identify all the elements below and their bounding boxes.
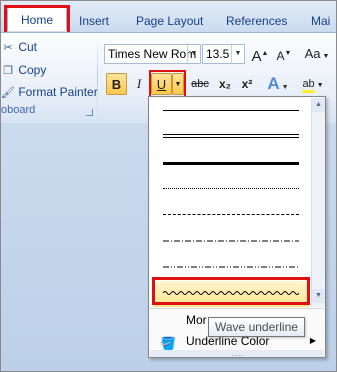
underline-option-dot-dash[interactable] [153, 228, 309, 254]
underline-option-dashed[interactable] [153, 202, 309, 228]
group-separator [97, 37, 98, 119]
bold-button[interactable]: B [106, 73, 127, 95]
clipboard-group-label: oboard [1, 104, 36, 116]
text-effects-label: A [267, 74, 280, 93]
grow-font-button[interactable]: A▲ [249, 43, 271, 65]
tab-page-layout[interactable]: Page Layout [136, 10, 203, 32]
thick-line-sample [163, 162, 299, 165]
cut-label: Cut [18, 40, 38, 54]
submenu-arrow-icon: ▶ [309, 336, 316, 345]
scroll-down-icon[interactable]: ▼ [312, 289, 325, 303]
home-tab-highlight [4, 5, 70, 35]
scissors-icon: ✂ [3, 42, 13, 54]
tab-references[interactable]: References [226, 10, 287, 32]
subscript-button[interactable]: x₂ [215, 73, 235, 95]
gallery-scrollbar[interactable]: ▲ ▼ [311, 98, 325, 307]
shrink-font-label: A [276, 49, 285, 63]
strikethrough-button[interactable]: abc [187, 73, 213, 95]
format-painter-label: Format Painter [18, 85, 98, 99]
single-line-sample [163, 110, 299, 111]
underline-option-single[interactable] [153, 98, 309, 124]
underline-option-thick[interactable] [153, 150, 309, 176]
highlight-button[interactable]: ab ▼ [297, 73, 329, 95]
text-effects-button[interactable]: A ▼ [265, 73, 291, 95]
copy-label: Copy [18, 63, 47, 77]
change-case-button[interactable]: Aa ▼ [302, 43, 332, 65]
scroll-up-icon[interactable]: ▲ [312, 98, 325, 112]
highlight-label: ab [302, 78, 315, 93]
resize-grip[interactable]: ..... [150, 350, 324, 358]
underline-option-dotted[interactable] [153, 176, 309, 202]
font-size-combo[interactable]: 13.5 ▼ [202, 44, 245, 64]
underline-button-highlight [149, 70, 186, 98]
format-painter-button[interactable]: 🖌 Format Painter [1, 83, 98, 101]
tooltip: Wave underline [208, 317, 305, 337]
tab-mailings[interactable]: Mai [311, 10, 330, 32]
superscript-button[interactable]: x² [237, 73, 257, 95]
dotted-line-sample [163, 188, 299, 189]
cut-button[interactable]: ✂ Cut [1, 38, 37, 56]
copy-icon: ❐ [3, 65, 13, 77]
wave-option-highlight [152, 277, 310, 305]
paintbrush-icon: 🖌 [1, 87, 15, 99]
tab-insert[interactable]: Insert [79, 10, 109, 32]
font-name-combo[interactable]: Times New Rom ▼ [104, 44, 201, 64]
shrink-font-button[interactable]: A▼ [273, 43, 295, 65]
clipboard-launcher-icon[interactable] [86, 109, 93, 116]
dashed-line-sample [163, 214, 299, 215]
chevron-down-icon[interactable]: ▼ [231, 45, 244, 63]
more-underlines-label: Mor [186, 313, 207, 327]
font-size-value: 13.5 [206, 47, 230, 61]
double-line-sample [163, 134, 299, 138]
change-case-label: Aa [304, 46, 321, 61]
dot-dash-line-sample [163, 240, 299, 242]
font-name-value: Times New Rom [108, 47, 197, 61]
chevron-down-icon[interactable]: ▼ [187, 45, 200, 63]
underline-option-double[interactable] [153, 124, 309, 150]
italic-button[interactable]: I [130, 73, 148, 95]
underline-style-gallery [150, 98, 311, 307]
copy-button[interactable]: ❐ Copy [1, 61, 46, 79]
grow-font-label: A [251, 48, 262, 65]
word-window: Home Insert Page Layout References Mai ✂… [0, 0, 337, 372]
dot-dot-dash-line-sample [163, 266, 299, 268]
